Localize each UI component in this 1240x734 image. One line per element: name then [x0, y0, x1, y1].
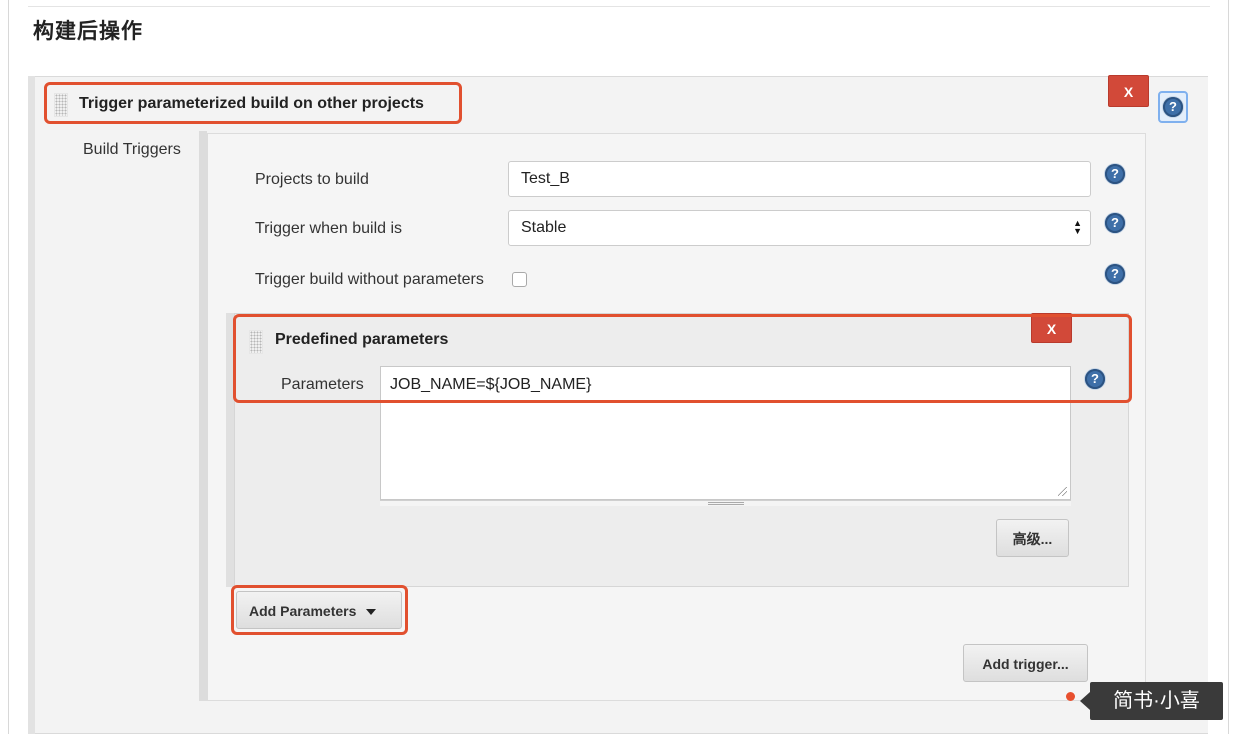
watermark-pointer [1080, 692, 1090, 710]
add-trigger-button[interactable]: Add trigger... [963, 644, 1088, 682]
trigger-when-value: Stable [521, 219, 567, 236]
section-divider [28, 6, 1210, 7]
parameters-label: Parameters [281, 376, 364, 393]
parameters-textarea[interactable]: JOB_NAME=${JOB_NAME} [380, 366, 1071, 500]
trigger-without-params-checkbox[interactable] [512, 272, 527, 287]
trigger-without-params-label: Trigger build without parameters [255, 271, 484, 288]
build-triggers-label: Build Triggers [83, 141, 181, 158]
trigger-side-bar [199, 131, 207, 701]
help-icon[interactable]: ? [1105, 213, 1125, 233]
caret-down-icon [366, 609, 377, 616]
left-border [8, 0, 9, 734]
trigger-when-select[interactable]: Stable ▲ ▼ [508, 210, 1091, 246]
help-icon[interactable]: ? [1105, 164, 1125, 184]
add-parameters-label: Add Parameters [249, 603, 357, 619]
parameters-value: JOB_NAME=${JOB_NAME} [390, 376, 592, 393]
predefined-parameters-title: Predefined parameters [275, 331, 449, 348]
delete-parameters-button[interactable]: X [1031, 313, 1072, 343]
select-arrows-icon: ▲ ▼ [1073, 218, 1082, 236]
expand-grip-icon [708, 502, 744, 505]
projects-to-build-input[interactable]: Test_B [508, 161, 1091, 197]
watermark-dot [1066, 692, 1075, 701]
drag-handle-icon[interactable] [249, 330, 263, 354]
watermark: 简书·小喜 [1090, 682, 1223, 720]
projects-to-build-label: Projects to build [255, 171, 369, 188]
help-icon[interactable]: ? [1085, 369, 1105, 389]
help-icon[interactable]: ? [1105, 264, 1125, 284]
section-title: 构建后操作 [33, 20, 143, 43]
right-border [1228, 0, 1229, 734]
add-parameters-button[interactable]: Add Parameters [236, 591, 402, 629]
trigger-when-label: Trigger when build is [255, 220, 403, 237]
step-title: Trigger parameterized build on other pro… [79, 95, 424, 112]
help-icon[interactable]: ? [1163, 97, 1183, 117]
advanced-button[interactable]: 高级... [996, 519, 1069, 557]
drag-handle-icon[interactable] [54, 93, 68, 117]
step-side-bar [28, 76, 35, 734]
params-side-bar [226, 313, 234, 587]
delete-step-button[interactable]: X [1108, 75, 1149, 107]
resize-grip-icon[interactable] [1058, 487, 1067, 496]
